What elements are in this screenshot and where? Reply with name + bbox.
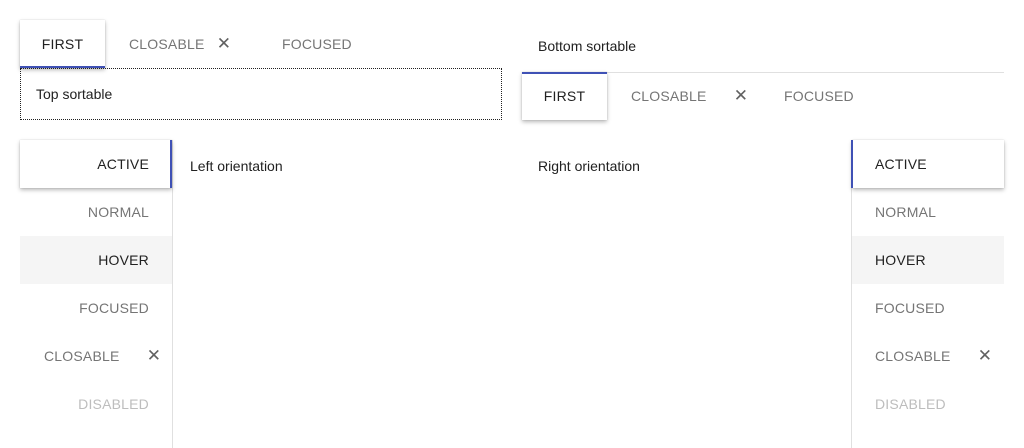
tab-label: FOCUSED	[79, 300, 149, 316]
tab-focused[interactable]: FOCUSED	[20, 284, 172, 332]
tab-divider	[172, 140, 173, 448]
tab-label: DISABLED	[78, 396, 149, 412]
close-icon[interactable]: ✕	[732, 86, 750, 105]
tab-disabled: DISABLED	[20, 380, 172, 428]
tab-content-text: Left orientation	[190, 158, 283, 174]
tab-focused[interactable]: FOCUSED	[759, 72, 869, 120]
tab-closable[interactable]: CLOSABLE ✕	[20, 332, 172, 380]
tab-content-text: Top sortable	[36, 86, 113, 102]
tab-label: CLOSABLE	[129, 36, 205, 52]
tab-content-text: Right orientation	[538, 158, 640, 174]
tab-closable[interactable]: CLOSABLE ✕	[852, 332, 1004, 380]
tab-normal[interactable]: NORMAL	[20, 188, 172, 236]
close-icon[interactable]: ✕	[976, 346, 994, 365]
close-icon[interactable]: ✕	[145, 346, 163, 365]
tab-label: HOVER	[875, 252, 926, 268]
tab-active[interactable]: ACTIVE	[852, 140, 1004, 188]
tab-label: FIRST	[543, 88, 586, 104]
right-orientation-panel: Right orientation ACTIVE NORMAL HOVER FO…	[522, 140, 1004, 448]
tab-label: FOCUSED	[875, 300, 945, 316]
tab-label: FIRST	[41, 36, 84, 52]
top-sortable-panel: FIRST CLOSABLE ✕ FOCUSED Top sortable	[20, 20, 502, 120]
tab-active[interactable]: ACTIVE	[20, 140, 172, 188]
tab-label: ACTIVE	[97, 156, 149, 172]
tab-first[interactable]: FIRST	[20, 20, 105, 68]
tab-normal[interactable]: NORMAL	[852, 188, 1004, 236]
tab-label: CLOSABLE	[875, 348, 951, 364]
tab-content-text: Bottom sortable	[538, 38, 637, 54]
tab-label: NORMAL	[87, 204, 149, 220]
tab-label: DISABLED	[875, 396, 946, 412]
tab-label: CLOSABLE	[44, 348, 120, 364]
tab-label: ACTIVE	[875, 156, 927, 172]
tab-label: FOCUSED	[282, 36, 352, 52]
tab-hover[interactable]: HOVER	[20, 236, 172, 284]
tab-indicator	[170, 140, 172, 188]
tab-focused[interactable]: FOCUSED	[257, 20, 367, 68]
tab-label: NORMAL	[875, 204, 937, 220]
tab-disabled: DISABLED	[852, 380, 1004, 428]
close-icon[interactable]: ✕	[215, 34, 233, 53]
tab-hover[interactable]: HOVER	[852, 236, 1004, 284]
tab-closable[interactable]: CLOSABLE ✕	[607, 72, 759, 120]
tab-label: HOVER	[98, 252, 149, 268]
tab-label: FOCUSED	[784, 88, 854, 104]
tab-closable[interactable]: CLOSABLE ✕	[105, 20, 257, 68]
left-orientation-panel: ACTIVE NORMAL HOVER FOCUSED CLOSABLE ✕ D…	[20, 140, 502, 448]
tab-indicator	[522, 72, 607, 74]
tab-indicator	[851, 140, 853, 188]
tab-content-focus-outline: Top sortable	[20, 68, 502, 120]
tab-label: CLOSABLE	[631, 88, 707, 104]
tab-focused[interactable]: FOCUSED	[852, 284, 1004, 332]
bottom-sortable-panel: Bottom sortable FIRST CLOSABLE ✕ FOCUSED	[522, 20, 1004, 120]
tab-first[interactable]: FIRST	[522, 72, 607, 120]
